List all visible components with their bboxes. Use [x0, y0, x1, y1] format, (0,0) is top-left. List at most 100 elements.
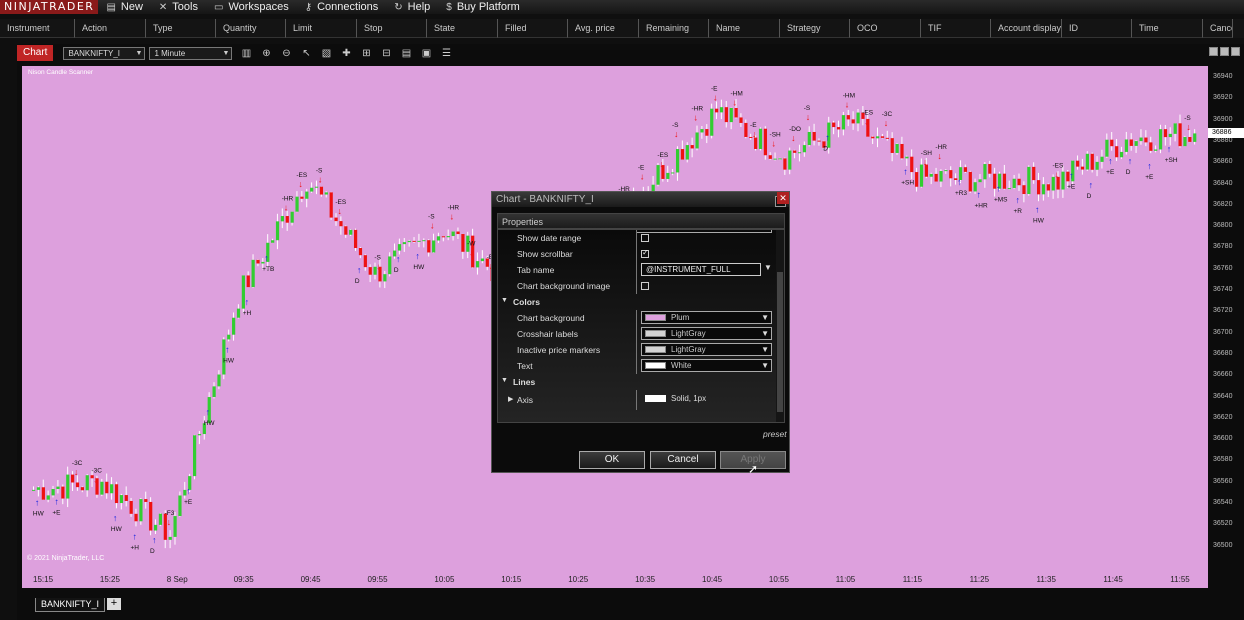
- candle-body: [1129, 139, 1133, 146]
- down-arrow-icon: ↓: [674, 129, 679, 139]
- preset-link[interactable]: preset: [763, 429, 787, 439]
- indicators-icon[interactable]: ⊞: [361, 48, 371, 59]
- chart-background-image-checkbox[interactable]: [641, 282, 649, 290]
- col-header[interactable]: Remaining: [639, 19, 709, 38]
- up-arrow-icon: ↑: [225, 345, 230, 355]
- chart-background-dropdown[interactable]: Plum ▼: [641, 311, 772, 324]
- tile-left-icon[interactable]: [1209, 47, 1218, 56]
- pattern-label: -S: [428, 213, 435, 220]
- category-colors[interactable]: ▼ Colors: [498, 294, 774, 310]
- help-icon: ↻: [394, 1, 403, 13]
- col-header[interactable]: Instrument: [0, 19, 75, 38]
- col-header[interactable]: Name: [709, 19, 780, 38]
- property-show-date-range: Show date range: [498, 230, 774, 246]
- candle-body: [705, 129, 709, 136]
- property-axis[interactable]: ▶ Axis Solid, 1px: [498, 392, 774, 408]
- show-scrollbar-checkbox[interactable]: ✓: [641, 248, 649, 258]
- col-header[interactable]: Cancel: [1203, 19, 1233, 38]
- col-header[interactable]: Quantity: [216, 19, 286, 38]
- category-lines[interactable]: ▼ Lines: [498, 374, 774, 390]
- instrument-selector[interactable]: BANKNIFTY_I ▼: [63, 46, 146, 60]
- time-axis[interactable]: 15:15 15:25 8 Sep 09:35 09:45 09:55 10:05 10:15…: [22, 566, 1208, 588]
- crosshair-labels-dropdown[interactable]: LightGray ▼: [641, 327, 772, 340]
- snapshot-icon[interactable]: ▣: [421, 48, 431, 59]
- candle-body: [144, 499, 148, 502]
- candle-body: [1183, 136, 1187, 147]
- candle-body: [446, 236, 450, 238]
- chart-trader-icon[interactable]: ☰: [441, 48, 451, 59]
- col-header[interactable]: State: [427, 19, 498, 38]
- candle-body: [910, 156, 914, 173]
- add-tab-button[interactable]: +: [107, 598, 121, 610]
- zoom-in-icon[interactable]: ⊕: [261, 48, 271, 59]
- down-arrow-icon: ↓: [772, 139, 777, 149]
- candle-body: [841, 115, 846, 130]
- candle-body: [1119, 151, 1124, 158]
- candle-body: [817, 140, 821, 142]
- up-arrow-icon: ↑: [1128, 156, 1133, 166]
- pointer-icon[interactable]: ↖: [301, 48, 311, 59]
- ok-button[interactable]: OK: [579, 451, 645, 469]
- menu-new[interactable]: ▤ New: [106, 1, 142, 13]
- down-arrow-icon: ↓: [752, 129, 757, 139]
- col-header[interactable]: Time: [1132, 19, 1203, 38]
- col-header[interactable]: Account display n: [991, 19, 1062, 38]
- close-button[interactable]: ✕: [777, 192, 789, 204]
- maximize-icon[interactable]: [1231, 47, 1240, 56]
- zoom-out-icon[interactable]: ⊖: [281, 48, 291, 59]
- cancel-button[interactable]: Cancel: [650, 451, 716, 469]
- col-header[interactable]: Stop: [357, 19, 427, 38]
- candle-body: [324, 192, 328, 195]
- candle-body: [402, 242, 406, 245]
- col-header[interactable]: Limit: [286, 19, 357, 38]
- dialog-titlebar[interactable]: Chart - BANKNIFTY_I: [492, 192, 789, 207]
- col-header[interactable]: ID: [1062, 19, 1132, 38]
- col-header[interactable]: Strategy: [780, 19, 850, 38]
- menu-workspaces[interactable]: ▭ Workspaces: [214, 1, 289, 13]
- candle-body: [246, 275, 250, 288]
- menu-help[interactable]: ↻ Help: [394, 1, 430, 13]
- strategies-icon[interactable]: ⊟: [381, 48, 391, 59]
- chevron-down-icon: ▼: [761, 345, 769, 354]
- candle-body: [1105, 139, 1109, 157]
- col-header[interactable]: Filled: [498, 19, 568, 38]
- properties-section-header: Properties: [497, 213, 785, 229]
- pattern-label: -ES: [296, 172, 308, 179]
- properties-icon[interactable]: ▤: [401, 48, 411, 59]
- price-axis[interactable]: 36940 36920 36900 36880 36860 36840 36820 36800…: [1208, 66, 1244, 566]
- cart-icon: $: [446, 1, 452, 13]
- menu-tools[interactable]: ✕ Tools: [159, 1, 198, 13]
- chart-tab-banknifty[interactable]: BANKNIFTY_I: [35, 598, 106, 612]
- property-scrollbar-thumb[interactable]: [777, 272, 783, 412]
- pattern-label: -SH: [921, 150, 933, 157]
- price-tick-label: 36540: [1213, 499, 1233, 506]
- candle-body: [217, 374, 221, 387]
- pattern-label: -S: [316, 168, 323, 175]
- drawing-tools-icon[interactable]: ▧: [321, 48, 331, 59]
- pattern-label: -ES: [657, 152, 669, 159]
- candle-body: [1100, 156, 1104, 162]
- col-header[interactable]: Avg. price: [568, 19, 639, 38]
- col-header[interactable]: OCO: [850, 19, 921, 38]
- candle-body: [1017, 178, 1021, 186]
- col-header[interactable]: TIF: [921, 19, 991, 38]
- text-color-dropdown[interactable]: White ▼: [641, 359, 772, 372]
- pattern-label: +E: [1145, 174, 1154, 181]
- show-date-range-checkbox[interactable]: [641, 234, 649, 242]
- tab-name-input[interactable]: @INSTRUMENT_FULL: [641, 263, 761, 276]
- candle-body: [983, 164, 987, 180]
- crosshair-icon[interactable]: ✚: [341, 48, 351, 59]
- chart-properties-dialog: Chart - BANKNIFTY_I ? ✕ Properties Show …: [491, 191, 790, 476]
- chevron-down-icon: ▼: [761, 313, 769, 322]
- interval-selector[interactable]: 1 Minute ▼: [149, 46, 233, 60]
- tile-right-icon[interactable]: [1220, 47, 1229, 56]
- candle-body: [46, 495, 50, 500]
- chevron-down-icon[interactable]: ▼: [764, 263, 772, 272]
- col-header[interactable]: Action: [75, 19, 146, 38]
- col-header[interactable]: Type: [146, 19, 216, 38]
- menu-buy-platform[interactable]: $ Buy Platform: [446, 1, 520, 13]
- menu-connections[interactable]: ⚷ Connections: [305, 1, 378, 13]
- candle-body: [275, 221, 280, 241]
- bars-type-icon[interactable]: ▥: [241, 48, 251, 59]
- inactive-price-markers-dropdown[interactable]: LightGray ▼: [641, 343, 772, 356]
